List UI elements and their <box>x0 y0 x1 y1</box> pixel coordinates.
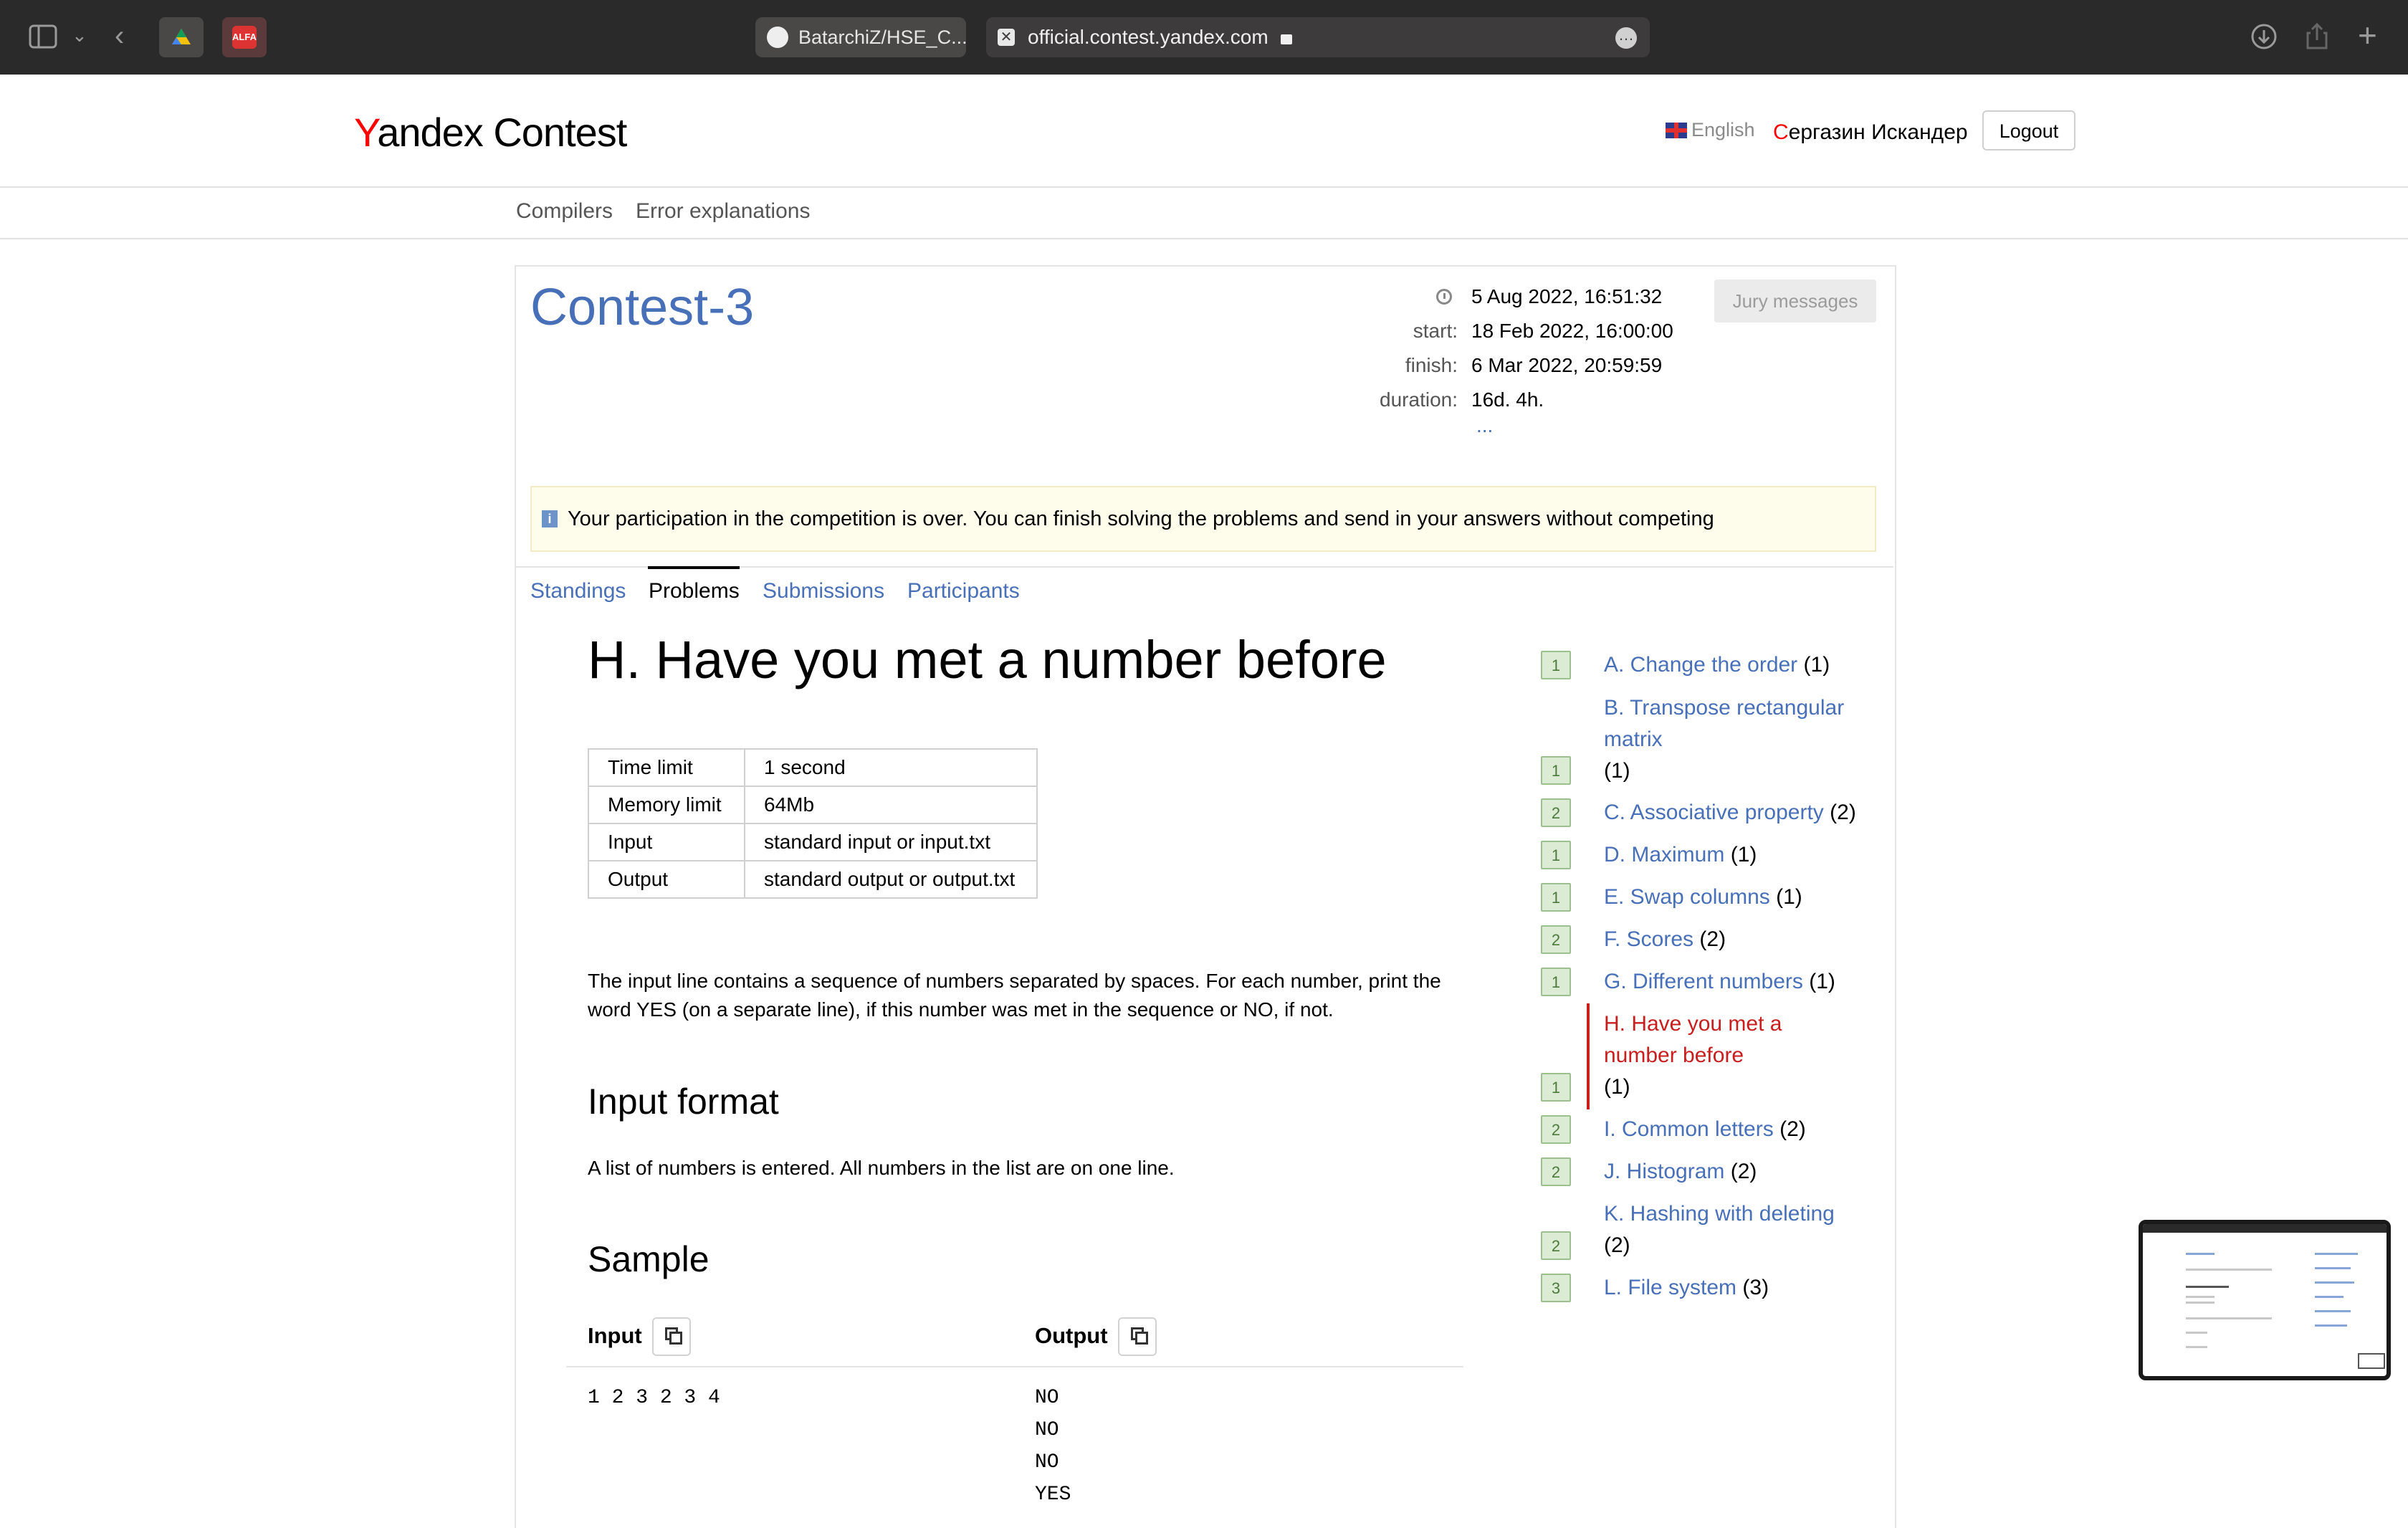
problem-link-e[interactable]: E. Swap columns (1) <box>1604 882 1802 913</box>
info-icon: i <box>542 510 558 527</box>
problem-link-k[interactable]: K. Hashing with deleting (2) <box>1604 1198 1876 1261</box>
start-label: start: <box>1413 320 1458 342</box>
problem-link-a[interactable]: A. Change the order (1) <box>1604 649 1830 681</box>
language-switcher[interactable]: English <box>1666 119 1755 141</box>
url-text: official.contest.yandex.com <box>1028 26 1268 48</box>
sample-input: 1 2 3 2 3 4 <box>588 1387 720 1409</box>
more-info-link[interactable]: ... <box>1476 414 1493 437</box>
new-tab-plus-icon[interactable]: + <box>2358 19 2377 52</box>
active-tab-indicator <box>648 566 740 569</box>
tab-github[interactable]: BatarchiZ/HSE_C... <box>755 17 966 57</box>
notice-text: Your participation in the competition is… <box>568 507 1714 530</box>
problem-attempts-badge: 2 <box>1541 1115 1571 1144</box>
share-icon[interactable] <box>2305 22 2329 54</box>
problem-attempts-badge: 3 <box>1541 1274 1571 1302</box>
problem-attempts-badge: 1 <box>1541 883 1571 912</box>
problem-attempts-badge: 1 <box>1541 651 1571 679</box>
duration-value: 16d. 4h. <box>1471 388 1544 411</box>
site-favicon-icon: ✕ <box>998 29 1015 46</box>
compilers-link[interactable]: Compilers <box>516 199 613 224</box>
problem-attempts-badge: 2 <box>1541 925 1571 954</box>
sub-navigation: Compilers Error explanations <box>0 188 2408 239</box>
github-icon <box>767 27 788 48</box>
sample-output: NO NO NO YES <box>1035 1387 1071 1506</box>
table-row: Input standard input or input.txt <box>588 823 1038 861</box>
screenshot-thumbnail[interactable] <box>2139 1220 2391 1380</box>
problem-attempts-badge: 2 <box>1541 1231 1571 1260</box>
uk-flag-icon <box>1666 123 1687 138</box>
alfa-extension-icon[interactable]: ALFA <box>222 17 267 57</box>
problem-attempts-badge: 1 <box>1541 1073 1571 1102</box>
tab-problems[interactable]: Problems <box>649 579 740 603</box>
clock-icon <box>1436 289 1452 305</box>
problem-link-g[interactable]: G. Different numbers (1) <box>1604 966 1835 998</box>
problem-link-b[interactable]: B. Transpose rectangular matrix (1) <box>1604 692 1862 787</box>
problem-link-j[interactable]: J. Histogram (2) <box>1604 1156 1757 1188</box>
problem-attempts-badge: 1 <box>1541 756 1571 785</box>
sample-divider <box>566 1366 1463 1367</box>
problem-statement: The input line contains a sequence of nu… <box>588 970 1441 1021</box>
more-options-icon[interactable]: … <box>1615 27 1637 49</box>
contest-title[interactable]: Contest-3 <box>530 278 754 337</box>
user-name[interactable]: Сергазин Искандер <box>1773 120 1968 145</box>
table-row: Memory limit 64Mb <box>588 786 1038 824</box>
problem-link-f[interactable]: F. Scores (2) <box>1604 924 1726 955</box>
tab-github-label: BatarchiZ/HSE_C... <box>798 27 966 48</box>
input-format-text: A list of numbers is entered. All number… <box>588 1157 1175 1179</box>
tab-standings[interactable]: Standings <box>530 579 626 603</box>
error-explanations-link[interactable]: Error explanations <box>636 199 810 224</box>
problem-link-l[interactable]: L. File system (3) <box>1604 1272 1769 1304</box>
current-problem-marker <box>1587 1003 1590 1109</box>
back-arrow-icon[interactable]: ‹ <box>115 22 124 50</box>
yandex-contest-logo[interactable]: Yandex Contest <box>354 109 627 156</box>
problem-link-c[interactable]: C. Associative property (2) <box>1604 797 1856 829</box>
google-drive-extension-icon[interactable] <box>159 17 204 57</box>
input-format-heading: Input format <box>588 1081 779 1122</box>
problem-attempts-badge: 2 <box>1541 1157 1571 1186</box>
problem-link-h[interactable]: H. Have you met a number before (1) <box>1604 1008 1819 1103</box>
problem-attempts-badge: 1 <box>1541 968 1571 996</box>
tab-submissions[interactable]: Submissions <box>763 579 884 603</box>
finish-value: 6 Mar 2022, 20:59:59 <box>1471 354 1663 376</box>
limits-table: Time limit 1 second Memory limit 64Mb Inpu… <box>588 748 1038 899</box>
address-bar[interactable]: ✕ official.contest.yandex.com … <box>986 17 1650 57</box>
participation-notice: i Your participation in the competition … <box>530 486 1876 552</box>
sample-heading: Sample <box>588 1239 710 1279</box>
table-row: Output standard output or output.txt <box>588 860 1038 899</box>
current-time: 5 Aug 2022, 16:51:32 <box>1471 285 1663 307</box>
sidebar-toggle-icon[interactable] <box>29 24 57 53</box>
sample-output-label: Output <box>1035 1323 1108 1348</box>
browser-toolbar: ⌄ ‹ ALFA BatarchiZ/HSE_C... ✕ official.c… <box>0 0 2408 75</box>
copy-input-button[interactable] <box>652 1317 691 1356</box>
problem-attempts-badge: 2 <box>1541 798 1571 827</box>
chevron-down-icon[interactable]: ⌄ <box>72 26 87 44</box>
sample-input-label: Input <box>588 1323 642 1348</box>
download-icon[interactable] <box>2250 23 2278 54</box>
duration-label: duration: <box>1380 388 1458 411</box>
copy-output-button[interactable] <box>1118 1317 1157 1356</box>
finish-label: finish: <box>1405 354 1458 376</box>
jury-messages-button[interactable]: Jury messages <box>1714 280 1876 323</box>
table-row: Time limit 1 second <box>588 748 1038 787</box>
lock-icon <box>1281 34 1293 44</box>
tab-participants[interactable]: Participants <box>907 579 1020 603</box>
site-header: Yandex Contest English Сергазин Искандер… <box>0 75 2408 188</box>
logout-button[interactable]: Logout <box>1982 110 2075 151</box>
problem-title: H. Have you met a number before <box>588 630 1387 689</box>
problem-link-i[interactable]: I. Common letters (2) <box>1604 1114 1806 1145</box>
start-value: 18 Feb 2022, 16:00:00 <box>1471 320 1673 342</box>
language-label: English <box>1691 119 1755 140</box>
problem-attempts-badge: 1 <box>1541 841 1571 869</box>
problem-link-d[interactable]: D. Maximum (1) <box>1604 839 1757 871</box>
